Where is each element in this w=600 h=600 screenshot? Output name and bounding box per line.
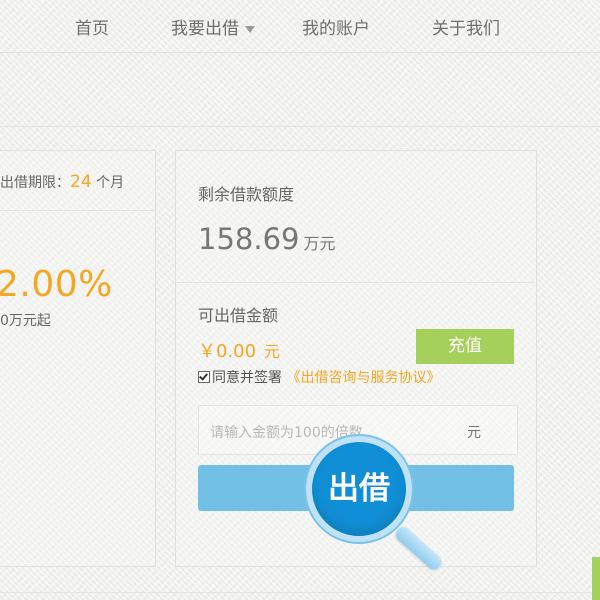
loan-term-value: 24 [70, 172, 92, 192]
agreement-link[interactable]: 《出借咨询与服务协议》 [286, 370, 440, 386]
agreement-row: 同意并签署 《出借咨询与服务协议》 [198, 367, 440, 387]
loan-term: 出借期限：24 个月 [0, 172, 124, 192]
available-amount: ￥0.00 元 [198, 337, 280, 363]
top-nav: 首页 我要出借 我的账户 关于我们 [0, 0, 600, 52]
loan-term-label: 出借期限： [0, 175, 70, 191]
lend-amount-placeholder: 请输入金额为100的倍数 [210, 425, 363, 441]
remaining-quota-label: 剩余借款额度 [198, 185, 295, 204]
product-info-card [0, 150, 156, 567]
nav-item-home[interactable]: 首页 [75, 14, 109, 39]
agree-checkbox[interactable] [198, 371, 210, 383]
side-green-tab[interactable] [592, 557, 600, 600]
remaining-quota: 158.69 万元 [198, 222, 336, 256]
interest-rate: 2.00% [0, 264, 113, 305]
loan-term-unit: 个月 [96, 175, 125, 191]
available-amount-value: ￥0.00 [198, 341, 257, 362]
left-card-divider [0, 210, 155, 211]
remaining-quota-unit: 万元 [303, 234, 336, 253]
header-divider [0, 126, 600, 127]
lend-amount-input[interactable]: 请输入金额为100的倍数 元 [198, 405, 518, 455]
nav-divider [0, 52, 600, 53]
nav-item-about[interactable]: 关于我们 [432, 14, 500, 39]
lend-amount-unit: 元 [467, 425, 481, 441]
available-amount-unit: 元 [263, 342, 280, 361]
available-amount-label: 可出借金额 [198, 306, 279, 325]
nav-item-lend[interactable]: 我要出借 [171, 14, 255, 39]
lend-button[interactable] [198, 465, 514, 511]
nav-item-account[interactable]: 我的账户 [302, 14, 370, 39]
chevron-down-icon [245, 25, 255, 33]
agree-text: 同意并签署 [212, 370, 282, 386]
lend-panel-divider [176, 282, 534, 283]
minimum-amount: 0万元起 [0, 313, 51, 329]
remaining-quota-value: 158.69 [198, 222, 300, 256]
recharge-button[interactable]: 充值 [416, 329, 514, 364]
bottom-divider [0, 592, 600, 593]
nav-item-lend-label: 我要出借 [171, 19, 239, 39]
